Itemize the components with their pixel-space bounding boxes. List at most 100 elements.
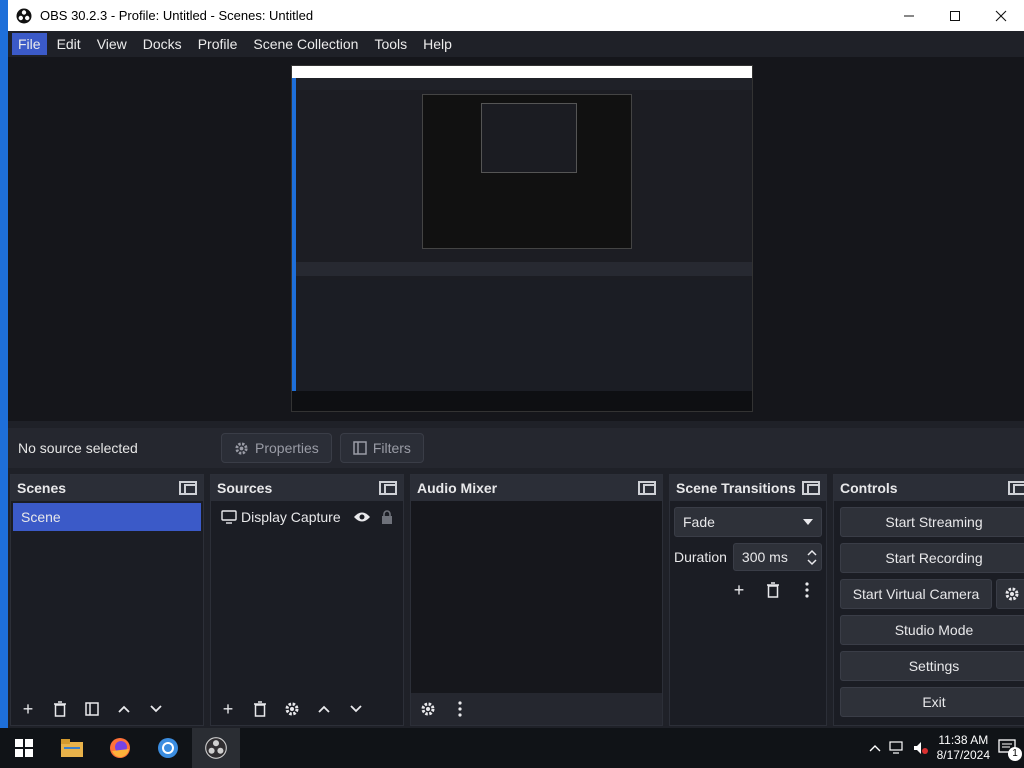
transition-select[interactable]: Fade — [674, 507, 822, 537]
no-source-label: No source selected — [18, 440, 138, 456]
notification-icon[interactable]: 1 — [998, 739, 1022, 761]
clock[interactable]: 11:38 AM 8/17/2024 — [937, 733, 990, 763]
chrome-icon[interactable] — [144, 728, 192, 768]
sources-dock-header: Sources — [211, 475, 403, 501]
audio-mixer-title: Audio Mixer — [417, 480, 498, 496]
duration-arrows — [807, 549, 817, 566]
audio-mixer-header: Audio Mixer — [411, 475, 662, 501]
properties-button[interactable]: Properties — [221, 433, 332, 463]
scenes-dock: Scenes Scene + — [10, 474, 204, 726]
gear-icon[interactable] — [279, 696, 305, 722]
audio-mixer-dock: Audio Mixer — [410, 474, 663, 726]
chevron-up-icon[interactable] — [311, 696, 337, 722]
clock-date: 8/17/2024 — [936, 748, 990, 762]
menu-profile[interactable]: Profile — [192, 33, 244, 55]
undock-icon[interactable] — [179, 481, 197, 495]
notification-count: 1 — [1008, 747, 1022, 761]
duration-spinbox[interactable]: 300 ms — [732, 543, 822, 571]
source-item-left: Display Capture — [221, 509, 341, 525]
start-streaming-button[interactable]: Start Streaming — [840, 507, 1024, 537]
obs-window: OBS 30.2.3 - Profile: Untitled - Scenes:… — [8, 0, 1024, 728]
start-virtual-camera-button[interactable]: Start Virtual Camera — [840, 579, 992, 609]
controls-header: Controls — [834, 475, 1024, 501]
transitions-title: Scene Transitions — [676, 480, 796, 496]
properties-label: Properties — [255, 440, 319, 456]
filters-label: Filters — [372, 440, 411, 456]
virtual-camera-settings-button[interactable] — [996, 579, 1024, 609]
filter-icon — [353, 441, 367, 455]
preview-area[interactable] — [8, 57, 1024, 421]
duration-row: Duration 300 ms — [674, 543, 822, 571]
transitions-header: Scene Transitions — [670, 475, 826, 501]
desktop-background — [0, 0, 8, 728]
trash-icon[interactable] — [247, 696, 273, 722]
monitor-icon — [221, 510, 237, 524]
preview-mini-docks — [296, 280, 752, 392]
source-list-item[interactable]: Display Capture — [213, 503, 401, 531]
chevron-up-icon[interactable] — [869, 744, 881, 752]
advanced-audio-gear-icon[interactable] — [415, 696, 441, 722]
preview-display-capture[interactable] — [291, 65, 753, 412]
scenes-title: Scenes — [17, 480, 67, 496]
volume-muted-icon[interactable] — [913, 741, 929, 755]
undock-icon[interactable] — [379, 481, 397, 495]
gear-icon — [1004, 586, 1020, 602]
firefox-icon[interactable] — [96, 728, 144, 768]
title-bar: OBS 30.2.3 - Profile: Untitled - Scenes:… — [8, 0, 1024, 31]
sources-dock: Sources Display Capture + — [210, 474, 404, 726]
source-item-actions — [353, 510, 393, 524]
exit-button[interactable]: Exit — [840, 687, 1024, 717]
taskbar: 11:38 AM 8/17/2024 1 — [0, 728, 1024, 768]
menu-docks[interactable]: Docks — [137, 33, 188, 55]
more-options-icon[interactable] — [794, 577, 820, 603]
chevron-up-icon[interactable] — [807, 549, 817, 556]
chevron-down-icon[interactable] — [343, 696, 369, 722]
lock-icon[interactable] — [381, 510, 393, 524]
audio-mixer-footer — [411, 693, 662, 725]
scene-filters-icon[interactable] — [79, 696, 105, 722]
more-options-icon[interactable] — [447, 696, 473, 722]
transition-selected: Fade — [683, 514, 715, 530]
menu-view[interactable]: View — [91, 33, 133, 55]
chevron-down-icon[interactable] — [807, 558, 817, 566]
duration-value: 300 ms — [741, 549, 788, 565]
controls-title: Controls — [840, 480, 898, 496]
start-recording-button[interactable]: Start Recording — [840, 543, 1024, 573]
menu-help[interactable]: Help — [417, 33, 458, 55]
studio-mode-button[interactable]: Studio Mode — [840, 615, 1024, 645]
obs-taskbar-icon[interactable] — [192, 728, 240, 768]
windows-start-icon[interactable] — [0, 728, 48, 768]
trash-icon[interactable] — [47, 696, 73, 722]
file-explorer-icon[interactable] — [48, 728, 96, 768]
source-label: Display Capture — [241, 509, 341, 525]
trash-icon[interactable] — [760, 577, 786, 603]
undock-icon[interactable] — [638, 481, 656, 495]
undock-icon[interactable] — [802, 481, 820, 495]
preview-mini-taskbar — [292, 391, 752, 411]
network-icon[interactable] — [889, 741, 905, 755]
scene-list-item[interactable]: Scene — [13, 503, 201, 531]
chevron-down-icon — [803, 518, 813, 526]
chevron-down-icon[interactable] — [143, 696, 169, 722]
settings-button[interactable]: Settings — [840, 651, 1024, 681]
menu-edit[interactable]: Edit — [51, 33, 87, 55]
filters-button[interactable]: Filters — [339, 433, 424, 463]
maximize-button[interactable] — [932, 0, 978, 31]
menu-scene-collection[interactable]: Scene Collection — [247, 33, 364, 55]
add-source-icon[interactable]: + — [215, 696, 241, 722]
clock-time: 11:38 AM — [938, 733, 989, 747]
scenes-dock-header: Scenes — [11, 475, 203, 501]
preview-mini-canvas — [422, 94, 632, 249]
add-scene-icon[interactable]: + — [15, 696, 41, 722]
menu-file[interactable]: File — [12, 33, 47, 55]
obs-logo-icon — [16, 8, 32, 24]
menu-tools[interactable]: Tools — [368, 33, 413, 55]
eye-icon[interactable] — [353, 510, 371, 524]
add-transition-icon[interactable]: + — [726, 577, 752, 603]
undock-icon[interactable] — [1008, 481, 1024, 495]
close-button[interactable] — [978, 0, 1024, 31]
minimize-button[interactable] — [886, 0, 932, 31]
chevron-up-icon[interactable] — [111, 696, 137, 722]
preview-mini-titlebar — [292, 66, 752, 78]
preview-mini-menubar — [292, 78, 752, 90]
